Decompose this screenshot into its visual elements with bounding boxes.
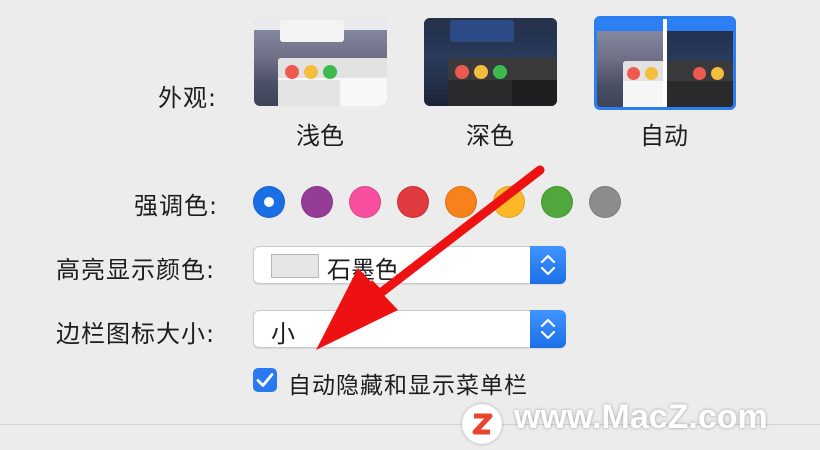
- checkmark-icon: [256, 373, 274, 387]
- accent-color-pink[interactable]: [349, 186, 381, 218]
- accent-color-green[interactable]: [541, 186, 573, 218]
- close-icon: [693, 67, 706, 80]
- highlight-color-popup[interactable]: 石墨色: [253, 246, 566, 284]
- chevron-up-down-icon: [540, 254, 556, 276]
- split-divider: [663, 19, 667, 107]
- menu-bar: [597, 19, 663, 31]
- appearance-auto-label: 自动: [640, 122, 688, 150]
- menubar-autohide-label[interactable]: 自动隐藏和显示菜单栏: [288, 366, 528, 400]
- popup-stepper: [530, 310, 566, 348]
- zoom-icon: [493, 65, 507, 79]
- light-appearance-preview: [254, 18, 387, 106]
- highlight-color-label: 高亮显示颜色:: [56, 256, 216, 284]
- window: [450, 20, 514, 42]
- accent-color-red[interactable]: [397, 186, 429, 218]
- chevron-up-down-icon: [540, 318, 556, 340]
- minimize-icon: [645, 67, 658, 80]
- minimize-icon: [474, 65, 488, 79]
- auto-appearance-preview: [594, 16, 736, 110]
- appearance-dark-label: 深色: [466, 122, 514, 150]
- minimize-icon: [304, 65, 318, 79]
- close-icon: [285, 65, 299, 79]
- window-sidebar: [278, 80, 340, 106]
- watermark-text: www.MacZ.com: [514, 398, 768, 436]
- zoom-icon: [323, 65, 337, 79]
- close-icon: [627, 67, 640, 80]
- minimize-icon: [711, 67, 724, 80]
- z-logo-icon: [462, 404, 502, 444]
- highlight-color-value: 石墨色: [327, 256, 399, 284]
- accent-color-yellow[interactable]: [493, 186, 525, 218]
- menubar-autohide-checkbox[interactable]: [253, 368, 277, 392]
- window: [280, 20, 344, 42]
- accent-color-blue[interactable]: [253, 186, 285, 218]
- selected-indicator: [264, 197, 274, 207]
- popup-stepper: [530, 246, 566, 284]
- menu-bar: [667, 19, 733, 31]
- highlight-swatch: [271, 254, 319, 278]
- accent-color-graphite[interactable]: [589, 186, 621, 218]
- accent-color-orange[interactable]: [445, 186, 477, 218]
- sidebar-icon-size-label: 边栏图标大小:: [56, 320, 216, 348]
- dark-appearance-preview: [424, 18, 557, 106]
- appearance-light-label: 浅色: [296, 122, 344, 150]
- accent-color-purple[interactable]: [301, 186, 333, 218]
- sidebar-icon-size-value: 小: [271, 320, 295, 348]
- accent-color-label: 强调色:: [134, 192, 219, 220]
- appearance-label: 外观:: [158, 84, 218, 112]
- close-icon: [455, 65, 469, 79]
- window-content: [512, 80, 557, 106]
- sidebar-icon-size-popup[interactable]: 小: [253, 310, 566, 348]
